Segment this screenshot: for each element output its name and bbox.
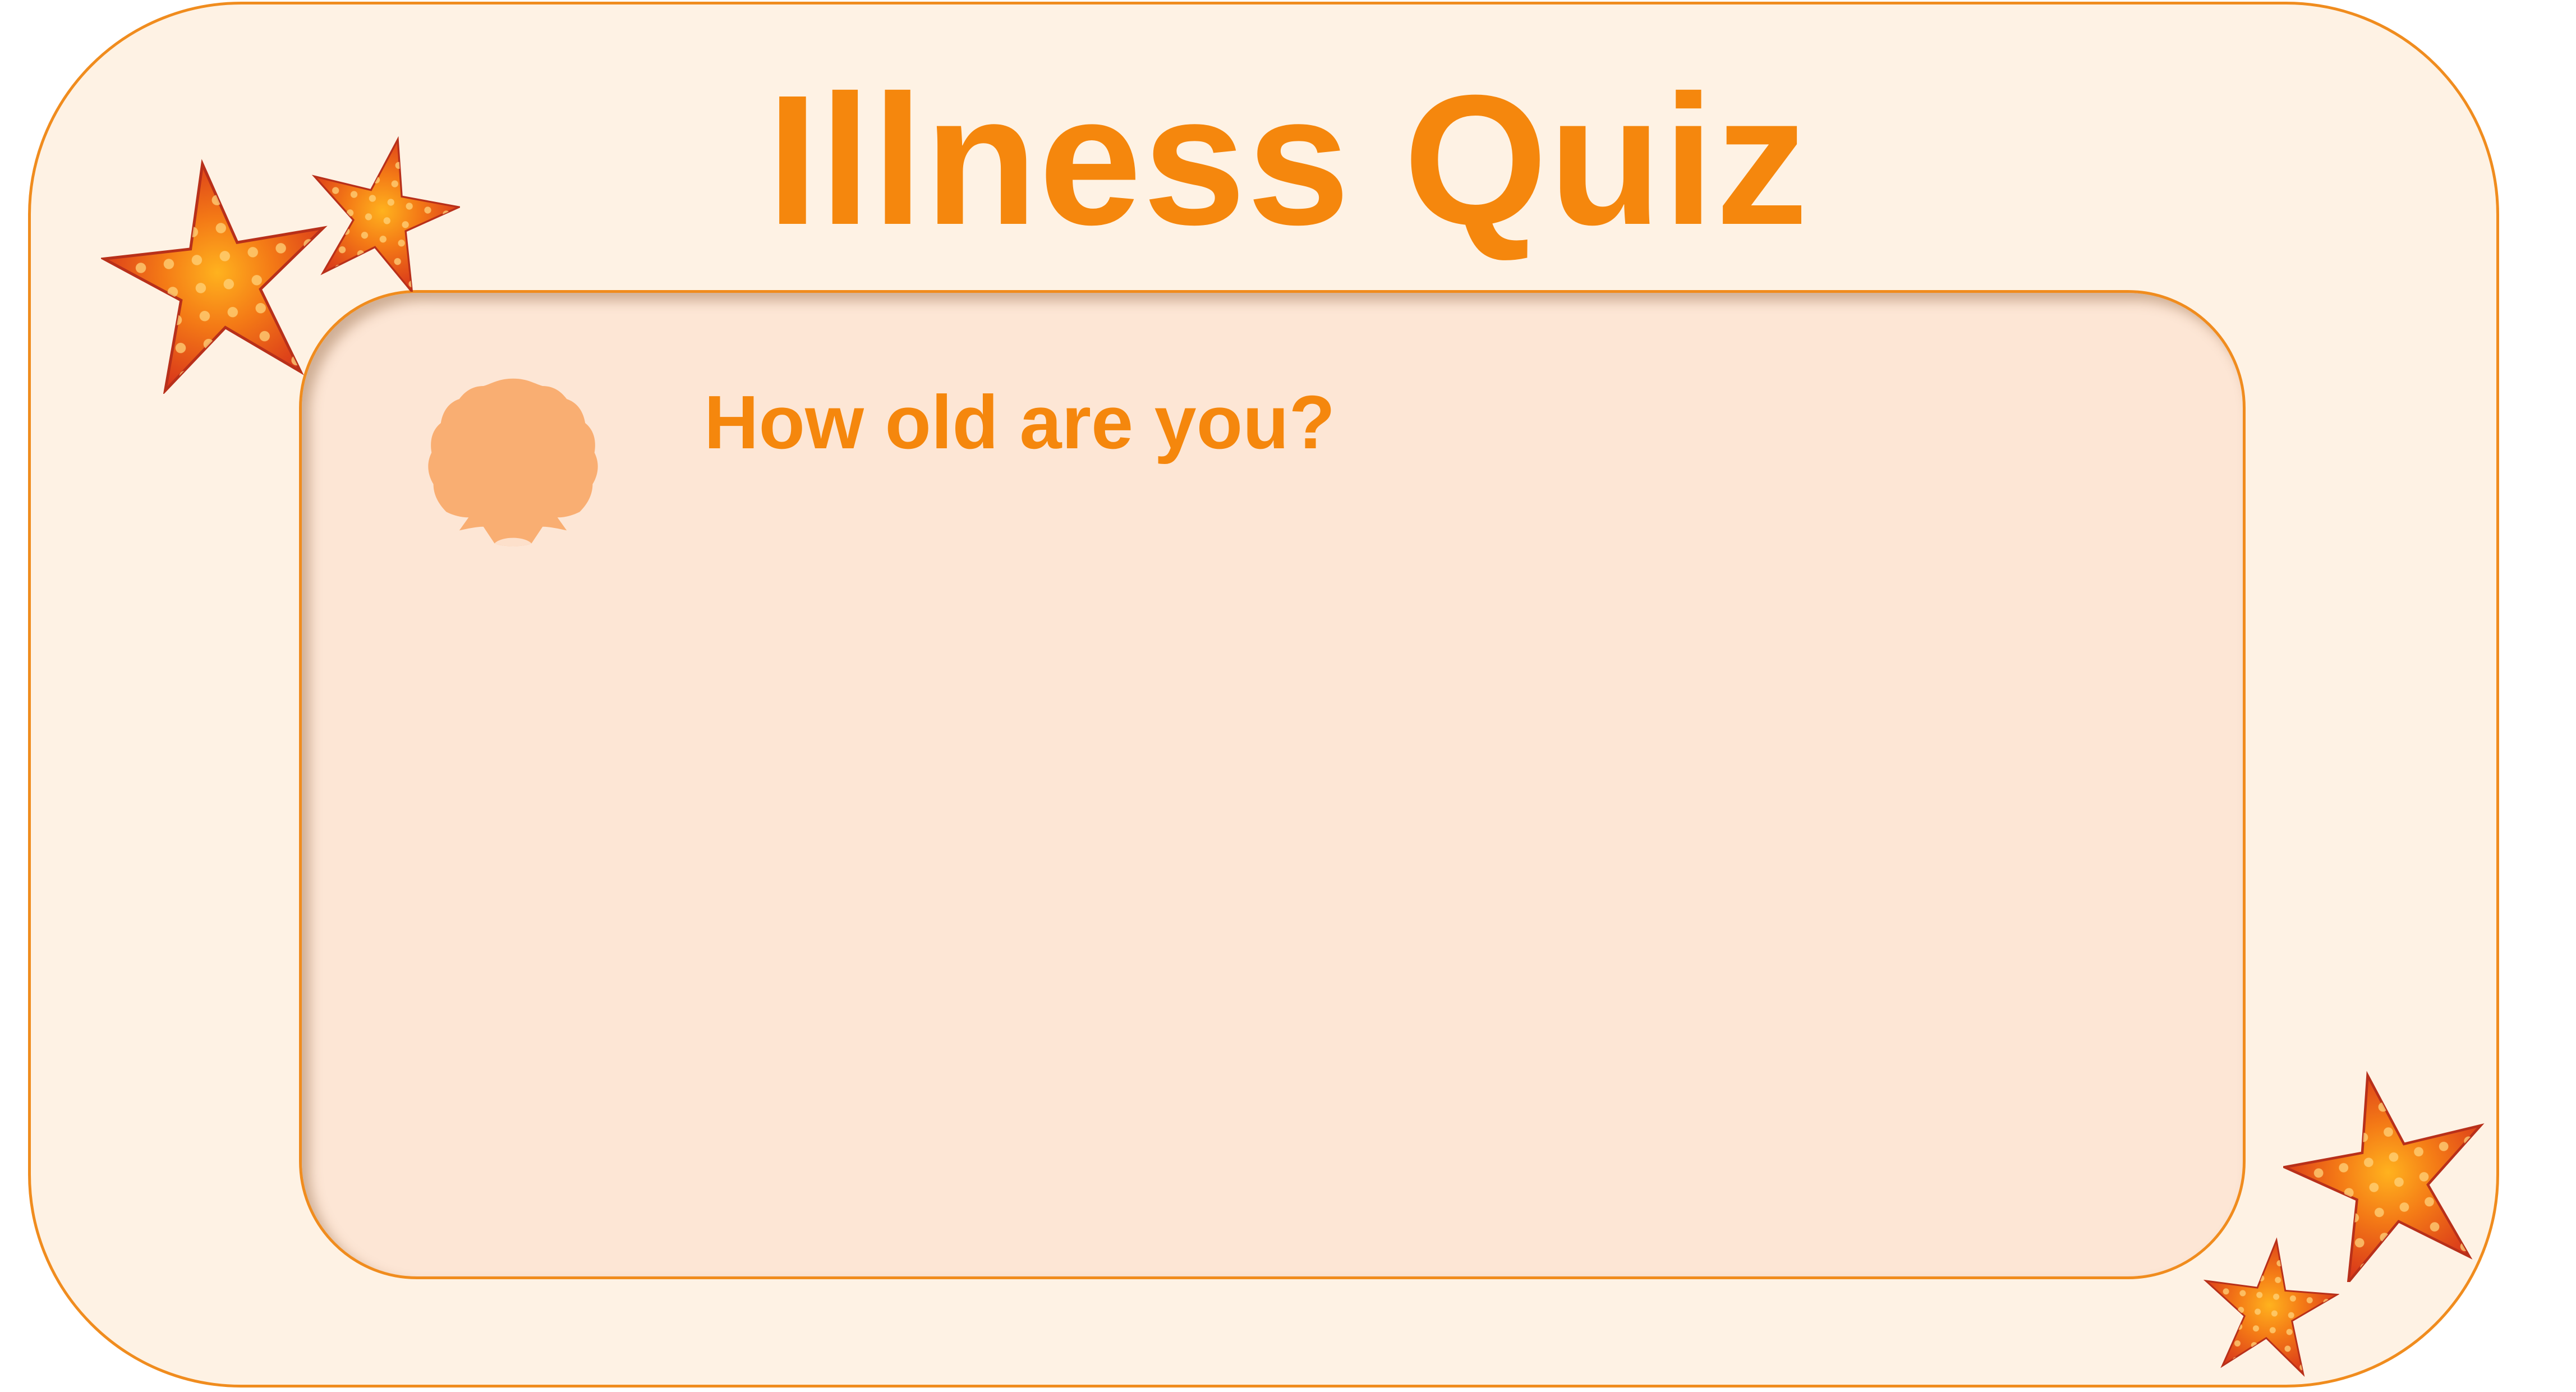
seashell-icon	[416, 367, 610, 553]
starfish-icon	[99, 158, 337, 395]
starfish-icon	[303, 135, 462, 295]
question-text: How old are you?	[704, 380, 1336, 465]
starfish-icon	[2199, 1237, 2340, 1377]
